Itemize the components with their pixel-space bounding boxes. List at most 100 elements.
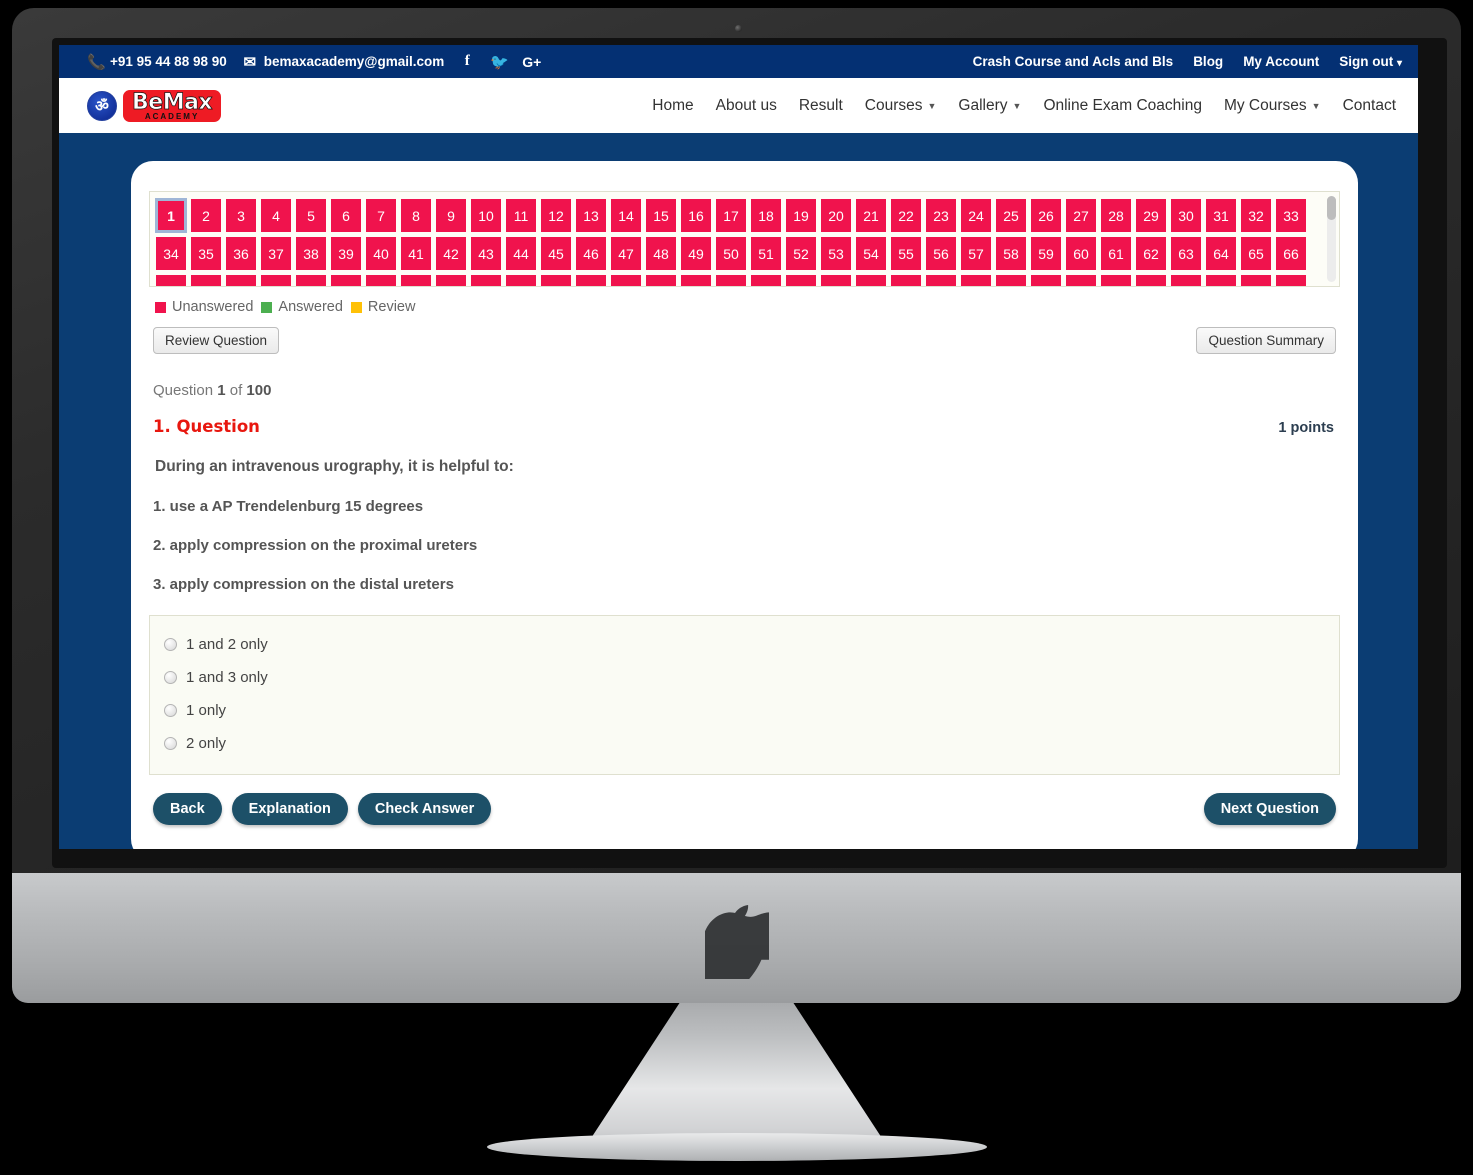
question-number-21[interactable]: 21 [856,199,886,232]
question-number-74[interactable]: 74 [401,275,431,287]
radio-button-icon[interactable] [164,737,177,750]
question-number-45[interactable]: 45 [541,237,571,270]
question-number-33[interactable]: 33 [1276,199,1306,232]
question-number-95[interactable]: 95 [1136,275,1166,287]
question-number-42[interactable]: 42 [436,237,466,270]
google-plus-icon[interactable]: G+ [522,54,540,70]
question-number-50[interactable]: 50 [716,237,746,270]
topbar-link-blog[interactable]: Blog [1193,54,1223,69]
question-number-6[interactable]: 6 [331,199,361,232]
radio-button-icon[interactable] [164,704,177,717]
nav-item-contact[interactable]: Contact [1343,97,1396,115]
question-number-81[interactable]: 81 [646,275,676,287]
question-number-77[interactable]: 77 [506,275,536,287]
question-number-87[interactable]: 87 [856,275,886,287]
question-number-97[interactable]: 97 [1206,275,1236,287]
question-number-44[interactable]: 44 [506,237,536,270]
question-number-59[interactable]: 59 [1031,237,1061,270]
question-number-99[interactable]: 99 [1276,275,1306,287]
question-number-75[interactable]: 75 [436,275,466,287]
nav-item-about-us[interactable]: About us [716,97,777,115]
question-number-35[interactable]: 35 [191,237,221,270]
question-number-10[interactable]: 10 [471,199,501,232]
question-number-66[interactable]: 66 [1276,237,1306,270]
question-number-29[interactable]: 29 [1136,199,1166,232]
question-number-14[interactable]: 14 [611,199,641,232]
question-number-30[interactable]: 30 [1171,199,1201,232]
question-number-16[interactable]: 16 [681,199,711,232]
question-number-11[interactable]: 11 [506,199,536,232]
question-number-24[interactable]: 24 [961,199,991,232]
question-number-89[interactable]: 89 [926,275,956,287]
question-number-68[interactable]: 68 [191,275,221,287]
question-number-55[interactable]: 55 [891,237,921,270]
question-number-69[interactable]: 69 [226,275,256,287]
question-number-47[interactable]: 47 [611,237,641,270]
question-number-96[interactable]: 96 [1171,275,1201,287]
question-number-84[interactable]: 84 [751,275,781,287]
question-number-61[interactable]: 61 [1101,237,1131,270]
question-number-88[interactable]: 88 [891,275,921,287]
nav-item-courses[interactable]: Courses ▼ [865,97,937,115]
question-number-40[interactable]: 40 [366,237,396,270]
site-logo[interactable]: ॐ BeMax ACADEMY [87,90,221,122]
question-number-80[interactable]: 80 [611,275,641,287]
answer-option-1[interactable]: 1 and 2 only [164,628,1339,661]
question-number-64[interactable]: 64 [1206,237,1236,270]
question-number-62[interactable]: 62 [1136,237,1166,270]
question-number-2[interactable]: 2 [191,199,221,232]
question-number-85[interactable]: 85 [786,275,816,287]
question-number-49[interactable]: 49 [681,237,711,270]
question-number-52[interactable]: 52 [786,237,816,270]
question-number-5[interactable]: 5 [296,199,326,232]
question-number-22[interactable]: 22 [891,199,921,232]
question-number-60[interactable]: 60 [1066,237,1096,270]
question-navigator[interactable]: 1234567891011121314151617181920212223242… [149,191,1340,287]
topbar-link-my-account[interactable]: My Account [1243,54,1319,69]
question-number-65[interactable]: 65 [1241,237,1271,270]
question-number-26[interactable]: 26 [1031,199,1061,232]
answer-option-4[interactable]: 2 only [164,727,1339,760]
question-number-58[interactable]: 58 [996,237,1026,270]
question-number-38[interactable]: 38 [296,237,326,270]
question-number-18[interactable]: 18 [751,199,781,232]
question-number-79[interactable]: 79 [576,275,606,287]
question-number-82[interactable]: 82 [681,275,711,287]
back-button[interactable]: Back [153,793,222,825]
check-answer-button[interactable]: Check Answer [358,793,491,825]
question-number-19[interactable]: 19 [786,199,816,232]
question-number-67[interactable]: 67 [156,275,186,287]
question-number-31[interactable]: 31 [1206,199,1236,232]
question-number-93[interactable]: 93 [1066,275,1096,287]
nav-item-home[interactable]: Home [652,97,693,115]
topbar-link-sign-out[interactable]: Sign out ▾ [1339,54,1402,69]
facebook-icon[interactable]: f [458,53,476,70]
question-number-23[interactable]: 23 [926,199,956,232]
question-number-53[interactable]: 53 [821,237,851,270]
question-number-17[interactable]: 17 [716,199,746,232]
answer-option-2[interactable]: 1 and 3 only [164,661,1339,694]
explanation-button[interactable]: Explanation [232,793,348,825]
question-number-90[interactable]: 90 [961,275,991,287]
question-number-76[interactable]: 76 [471,275,501,287]
question-number-78[interactable]: 78 [541,275,571,287]
question-number-32[interactable]: 32 [1241,199,1271,232]
question-number-51[interactable]: 51 [751,237,781,270]
question-number-36[interactable]: 36 [226,237,256,270]
question-number-9[interactable]: 9 [436,199,466,232]
question-number-12[interactable]: 12 [541,199,571,232]
question-number-63[interactable]: 63 [1171,237,1201,270]
question-number-73[interactable]: 73 [366,275,396,287]
question-number-83[interactable]: 83 [716,275,746,287]
question-number-4[interactable]: 4 [261,199,291,232]
question-number-grid[interactable]: 1234567891011121314151617181920212223242… [156,199,1306,287]
question-number-1[interactable]: 1 [156,199,186,232]
question-number-56[interactable]: 56 [926,237,956,270]
question-number-98[interactable]: 98 [1241,275,1271,287]
question-number-54[interactable]: 54 [856,237,886,270]
question-number-37[interactable]: 37 [261,237,291,270]
question-number-3[interactable]: 3 [226,199,256,232]
nav-item-result[interactable]: Result [799,97,843,115]
question-number-70[interactable]: 70 [261,275,291,287]
radio-button-icon[interactable] [164,638,177,651]
